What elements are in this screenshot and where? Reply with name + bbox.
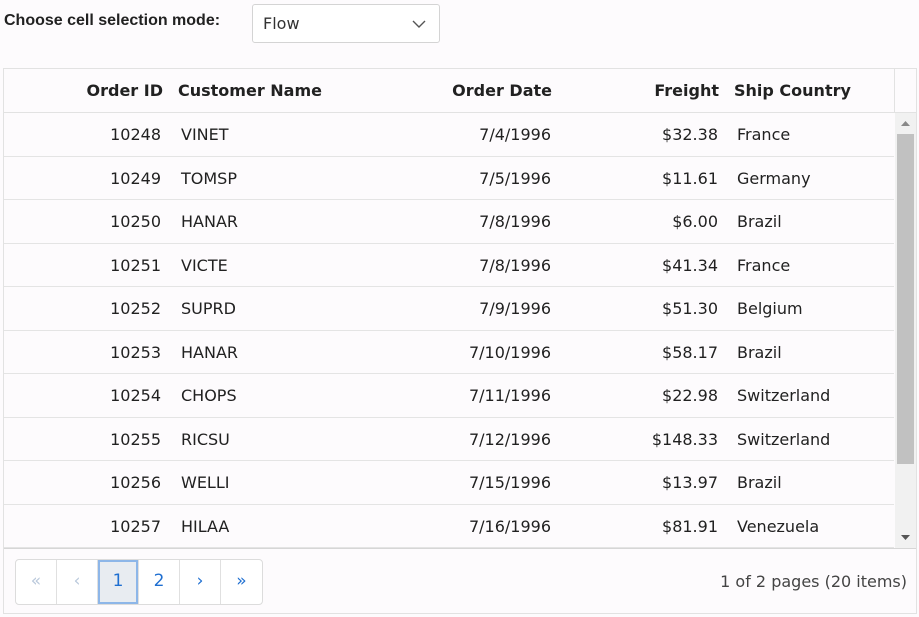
- cell-freight[interactable]: $32.38: [564, 113, 718, 157]
- cell-freight[interactable]: $81.91: [564, 505, 718, 549]
- table-row[interactable]: 10248 VINET 7/4/1996 $32.38 France: [4, 113, 894, 157]
- cell-order-id[interactable]: 10248: [4, 113, 161, 157]
- cell-order-id[interactable]: 10249: [4, 157, 161, 201]
- cell-order-date[interactable]: 7/8/1996: [384, 200, 551, 244]
- vertical-scrollbar[interactable]: [895, 113, 916, 548]
- cell-freight[interactable]: $22.98: [564, 374, 718, 418]
- column-header-order-date[interactable]: Order Date: [384, 69, 552, 113]
- table-row[interactable]: 10257 HILAA 7/16/1996 $81.91 Venezuela: [4, 505, 894, 549]
- cell-ship-country[interactable]: Venezuela: [737, 505, 892, 549]
- toolbar: Choose cell selection mode:: [4, 4, 220, 43]
- table-row[interactable]: 10251 VICTE 7/8/1996 $41.34 France: [4, 244, 894, 288]
- cell-order-date[interactable]: 7/12/1996: [384, 418, 551, 462]
- cell-ship-country[interactable]: Brazil: [737, 331, 892, 375]
- column-header-customer-name[interactable]: Customer Name: [178, 69, 322, 113]
- orders-grid: Order ID Customer Name Order Date Freigh…: [3, 68, 917, 614]
- cell-order-date[interactable]: 7/16/1996: [384, 505, 551, 549]
- cell-freight[interactable]: $148.33: [564, 418, 718, 462]
- cell-customer-name[interactable]: WELLI: [181, 461, 381, 505]
- pager-buttons: « ‹ 1 2 › »: [15, 559, 263, 605]
- cell-order-id[interactable]: 10250: [4, 200, 161, 244]
- cell-ship-country[interactable]: Brazil: [737, 461, 892, 505]
- cell-customer-name[interactable]: VINET: [181, 113, 381, 157]
- scrollbar-thumb[interactable]: [897, 134, 914, 464]
- cell-order-date[interactable]: 7/15/1996: [384, 461, 551, 505]
- cell-order-id[interactable]: 10255: [4, 418, 161, 462]
- cell-order-date[interactable]: 7/5/1996: [384, 157, 551, 201]
- selection-mode-value: Flow: [263, 14, 300, 33]
- triangle-up-icon[interactable]: [895, 113, 916, 133]
- triangle-down-icon[interactable]: [895, 528, 916, 548]
- table-row[interactable]: 10249 TOMSP 7/5/1996 $11.61 Germany: [4, 157, 894, 201]
- cell-order-id[interactable]: 10254: [4, 374, 161, 418]
- cell-customer-name[interactable]: TOMSP: [181, 157, 381, 201]
- column-header-ship-country[interactable]: Ship Country: [734, 69, 851, 113]
- cell-order-date[interactable]: 7/8/1996: [384, 244, 551, 288]
- column-header-order-id[interactable]: Order ID: [4, 69, 164, 113]
- table-row[interactable]: 10256 WELLI 7/15/1996 $13.97 Brazil: [4, 461, 894, 505]
- cell-order-date[interactable]: 7/9/1996: [384, 287, 551, 331]
- cell-order-date[interactable]: 7/10/1996: [384, 331, 551, 375]
- cell-customer-name[interactable]: RICSU: [181, 418, 381, 462]
- cell-order-id[interactable]: 10256: [4, 461, 161, 505]
- table-row[interactable]: 10252 SUPRD 7/9/1996 $51.30 Belgium: [4, 287, 894, 331]
- cell-ship-country[interactable]: Switzerland: [737, 418, 892, 462]
- cell-customer-name[interactable]: HANAR: [181, 331, 381, 375]
- cell-ship-country[interactable]: Germany: [737, 157, 892, 201]
- next-page-button[interactable]: ›: [180, 560, 221, 604]
- cell-freight[interactable]: $13.97: [564, 461, 718, 505]
- selection-mode-dropdown[interactable]: Flow: [252, 4, 440, 43]
- table-row[interactable]: 10255 RICSU 7/12/1996 $148.33 Switzerland: [4, 418, 894, 462]
- table-row[interactable]: 10250 HANAR 7/8/1996 $6.00 Brazil: [4, 200, 894, 244]
- cell-freight[interactable]: $6.00: [564, 200, 718, 244]
- page-1-button[interactable]: 1: [98, 560, 139, 604]
- grid-header: Order ID Customer Name Order Date Freigh…: [4, 69, 916, 113]
- column-header-freight[interactable]: Freight: [564, 69, 719, 113]
- table-row[interactable]: 10254 CHOPS 7/11/1996 $22.98 Switzerland: [4, 374, 894, 418]
- cell-order-id[interactable]: 10257: [4, 505, 161, 549]
- cell-ship-country[interactable]: France: [737, 113, 892, 157]
- cell-customer-name[interactable]: VICTE: [181, 244, 381, 288]
- pager: « ‹ 1 2 › » 1 of 2 pages (20 items): [4, 548, 916, 613]
- cell-freight[interactable]: $51.30: [564, 287, 718, 331]
- page-2-button[interactable]: 2: [139, 560, 180, 604]
- grid-body: 10248 VINET 7/4/1996 $32.38 France 10249 TOMSP…: [4, 113, 894, 548]
- cell-customer-name[interactable]: HILAA: [181, 505, 381, 549]
- cell-order-id[interactable]: 10253: [4, 331, 161, 375]
- cell-freight[interactable]: $58.17: [564, 331, 718, 375]
- cell-freight[interactable]: $11.61: [564, 157, 718, 201]
- cell-order-id[interactable]: 10251: [4, 244, 161, 288]
- cell-ship-country[interactable]: Switzerland: [737, 374, 892, 418]
- first-page-button[interactable]: «: [16, 560, 57, 604]
- chevron-down-icon: [412, 20, 426, 28]
- header-scroll-gutter: [894, 69, 916, 113]
- cell-ship-country[interactable]: Belgium: [737, 287, 892, 331]
- cell-ship-country[interactable]: Brazil: [737, 200, 892, 244]
- last-page-button[interactable]: »: [221, 560, 262, 604]
- cell-order-date[interactable]: 7/11/1996: [384, 374, 551, 418]
- cell-customer-name[interactable]: CHOPS: [181, 374, 381, 418]
- pager-info: 1 of 2 pages (20 items): [720, 572, 907, 591]
- previous-page-button[interactable]: ‹: [57, 560, 98, 604]
- cell-order-date[interactable]: 7/4/1996: [384, 113, 551, 157]
- cell-customer-name[interactable]: SUPRD: [181, 287, 381, 331]
- cell-order-id[interactable]: 10252: [4, 287, 161, 331]
- cell-customer-name[interactable]: HANAR: [181, 200, 381, 244]
- table-row[interactable]: 10253 HANAR 7/10/1996 $58.17 Brazil: [4, 331, 894, 375]
- cell-ship-country[interactable]: France: [737, 244, 892, 288]
- selection-mode-label: Choose cell selection mode:: [4, 11, 221, 29]
- cell-freight[interactable]: $41.34: [564, 244, 718, 288]
